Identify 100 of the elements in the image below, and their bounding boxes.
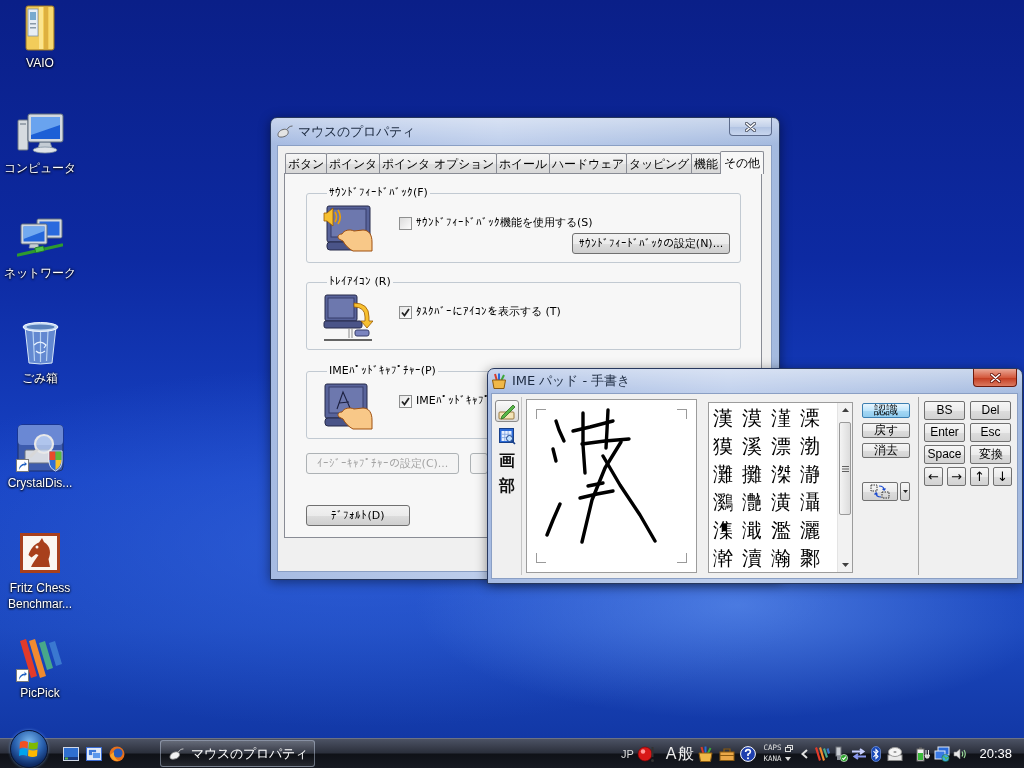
- candidate-character[interactable]: 漌: [771, 404, 791, 432]
- toggle-button[interactable]: [862, 482, 898, 501]
- globe-icon[interactable]: [109, 745, 125, 762]
- close-button[interactable]: [729, 118, 772, 136]
- tool-button[interactable]: 部: [495, 475, 519, 497]
- disk-magnifier-icon[interactable]: [16, 424, 64, 472]
- candidate-character[interactable]: 溪: [742, 432, 762, 460]
- candidate-character[interactable]: 灑: [800, 516, 820, 544]
- checkbox-label[interactable]: ﾀｽｸﾊﾞｰにｱｲｺﾝを表示する (T): [416, 305, 561, 319]
- desktop-icon-label[interactable]: Fritz Chess Benchmar...: [0, 580, 80, 612]
- key-button[interactable]: Del: [970, 401, 1011, 420]
- clock[interactable]: 20:38: [979, 746, 1012, 761]
- key-button[interactable]: 変換: [970, 445, 1011, 464]
- key-button[interactable]: ←: [924, 467, 943, 486]
- candidate-character[interactable]: 漠: [742, 404, 762, 432]
- settings-button[interactable]: ｻｳﾝﾄﾞﾌｨｰﾄﾞﾊﾞｯｸの設定(N)...: [572, 233, 730, 254]
- desktop-icon-label[interactable]: ごみ箱: [22, 370, 58, 386]
- windows-stack-icon[interactable]: [86, 746, 102, 761]
- ball-icon[interactable]: [636, 744, 656, 763]
- candidate-character[interactable]: 鸂: [713, 488, 733, 516]
- desktop-icon-label[interactable]: PicPick: [20, 685, 60, 701]
- candidate-character[interactable]: 灘: [713, 460, 733, 488]
- tab[interactable]: 機能: [690, 153, 721, 173]
- folder-icon[interactable]: [25, 5, 55, 51]
- candidate-character[interactable]: 瀚: [771, 544, 791, 572]
- plug-check-icon[interactable]: [834, 745, 849, 762]
- tab[interactable]: ボタン: [285, 153, 327, 173]
- scroll-thumb[interactable]: [839, 422, 851, 515]
- key-button[interactable]: BS: [924, 401, 965, 420]
- disc-drive-icon[interactable]: [887, 746, 904, 761]
- desktop-icon-label[interactable]: ネットワーク: [4, 265, 76, 281]
- candidate-character[interactable]: 攤: [742, 460, 762, 488]
- handwriting-field[interactable]: [526, 399, 697, 573]
- candidate-character[interactable]: 潗: [713, 516, 733, 544]
- speaker-icon[interactable]: [953, 746, 968, 761]
- candidate-character[interactable]: 渤: [800, 432, 820, 460]
- scrollbar[interactable]: [837, 403, 852, 572]
- candidate-character[interactable]: 灄: [800, 488, 820, 516]
- monitor-icon[interactable]: [63, 746, 79, 761]
- computer-icon[interactable]: [16, 112, 64, 154]
- stripes-icon[interactable]: [17, 638, 63, 678]
- candidate-character[interactable]: 灔: [742, 488, 762, 516]
- tool-button[interactable]: [495, 400, 519, 422]
- bluetooth-icon[interactable]: [871, 745, 882, 762]
- candidate-character[interactable]: 瀆: [742, 544, 762, 572]
- start-button[interactable]: [10, 730, 48, 768]
- recycle-bin-icon[interactable]: [21, 321, 59, 365]
- knight-icon[interactable]: [20, 533, 60, 573]
- dropdown-button[interactable]: [900, 482, 910, 501]
- input-mode-indicator[interactable]: 般: [678, 744, 695, 763]
- key-button[interactable]: →: [947, 467, 966, 486]
- pad-button[interactable]: 認識: [862, 403, 910, 418]
- network-icon[interactable]: [17, 218, 63, 258]
- tab[interactable]: ホイール: [495, 153, 550, 173]
- candidate-character[interactable]: 滐: [771, 460, 791, 488]
- pad-button[interactable]: 消去: [862, 443, 910, 458]
- stripes-icon[interactable]: [814, 746, 831, 761]
- candidate-character[interactable]: 澣: [713, 544, 733, 572]
- tool-button[interactable]: 画: [495, 450, 519, 472]
- checkbox-label[interactable]: IMEﾊﾟｯﾄﾞｷｬﾌﾟ: [416, 394, 490, 408]
- candidate-character[interactable]: 漢: [713, 404, 733, 432]
- default-button[interactable]: ﾃﾞﾌｫﾙﾄ(D): [306, 505, 410, 526]
- candidate-character[interactable]: 濈: [742, 516, 762, 544]
- key-button[interactable]: Space: [924, 445, 965, 464]
- tab[interactable]: ハードウェア: [548, 153, 627, 173]
- desktop-icon-label[interactable]: CrystalDis...: [7, 475, 73, 491]
- tab[interactable]: タッピング: [625, 153, 692, 173]
- candidate-character[interactable]: 漂: [771, 432, 791, 460]
- checkbox-label[interactable]: ｻｳﾝﾄﾞﾌｨｰﾄﾞﾊﾞｯｸ機能を使用する(S): [416, 216, 593, 230]
- arrows-icon[interactable]: [851, 747, 868, 760]
- candidate-character[interactable]: 瀞: [800, 460, 820, 488]
- up-arrow-icon[interactable]: [841, 408, 849, 412]
- candidate-character[interactable]: 獏: [713, 432, 733, 460]
- checkbox[interactable]: [399, 305, 412, 319]
- key-button[interactable]: ↓: [993, 467, 1012, 486]
- key-button[interactable]: Esc: [970, 423, 1011, 442]
- input-mode-indicator[interactable]: A: [665, 744, 677, 763]
- battery-icon[interactable]: [916, 745, 931, 762]
- key-button[interactable]: ↑: [970, 467, 989, 486]
- desktop-icon-label[interactable]: VAIO: [26, 55, 54, 71]
- network-icon[interactable]: [934, 745, 951, 762]
- candidate-character[interactable]: 溧: [800, 404, 820, 432]
- key-button[interactable]: Enter: [924, 423, 965, 442]
- tab[interactable]: その他: [719, 151, 764, 174]
- chevron-icon[interactable]: [801, 748, 809, 759]
- candidate-character[interactable]: 潢: [771, 488, 791, 516]
- pencil-cup-icon[interactable]: [697, 745, 715, 762]
- candidate-character[interactable]: 鄹: [800, 544, 820, 572]
- checkbox[interactable]: [399, 216, 412, 230]
- pad-button[interactable]: 戻す: [862, 423, 910, 438]
- tab[interactable]: ポインタ: [326, 153, 380, 173]
- tab[interactable]: ポインタ オプション: [379, 153, 497, 173]
- close-button[interactable]: [973, 369, 1017, 387]
- toolbox-icon[interactable]: [719, 746, 736, 761]
- language-indicator[interactable]: JP: [620, 747, 634, 760]
- desktop-icon-label[interactable]: コンピュータ: [4, 160, 76, 176]
- help-icon[interactable]: [740, 745, 757, 762]
- checkbox[interactable]: [399, 394, 412, 408]
- taskbar-button[interactable]: マウスのプロパティ: [160, 740, 315, 767]
- down-arrow-icon[interactable]: [841, 563, 849, 567]
